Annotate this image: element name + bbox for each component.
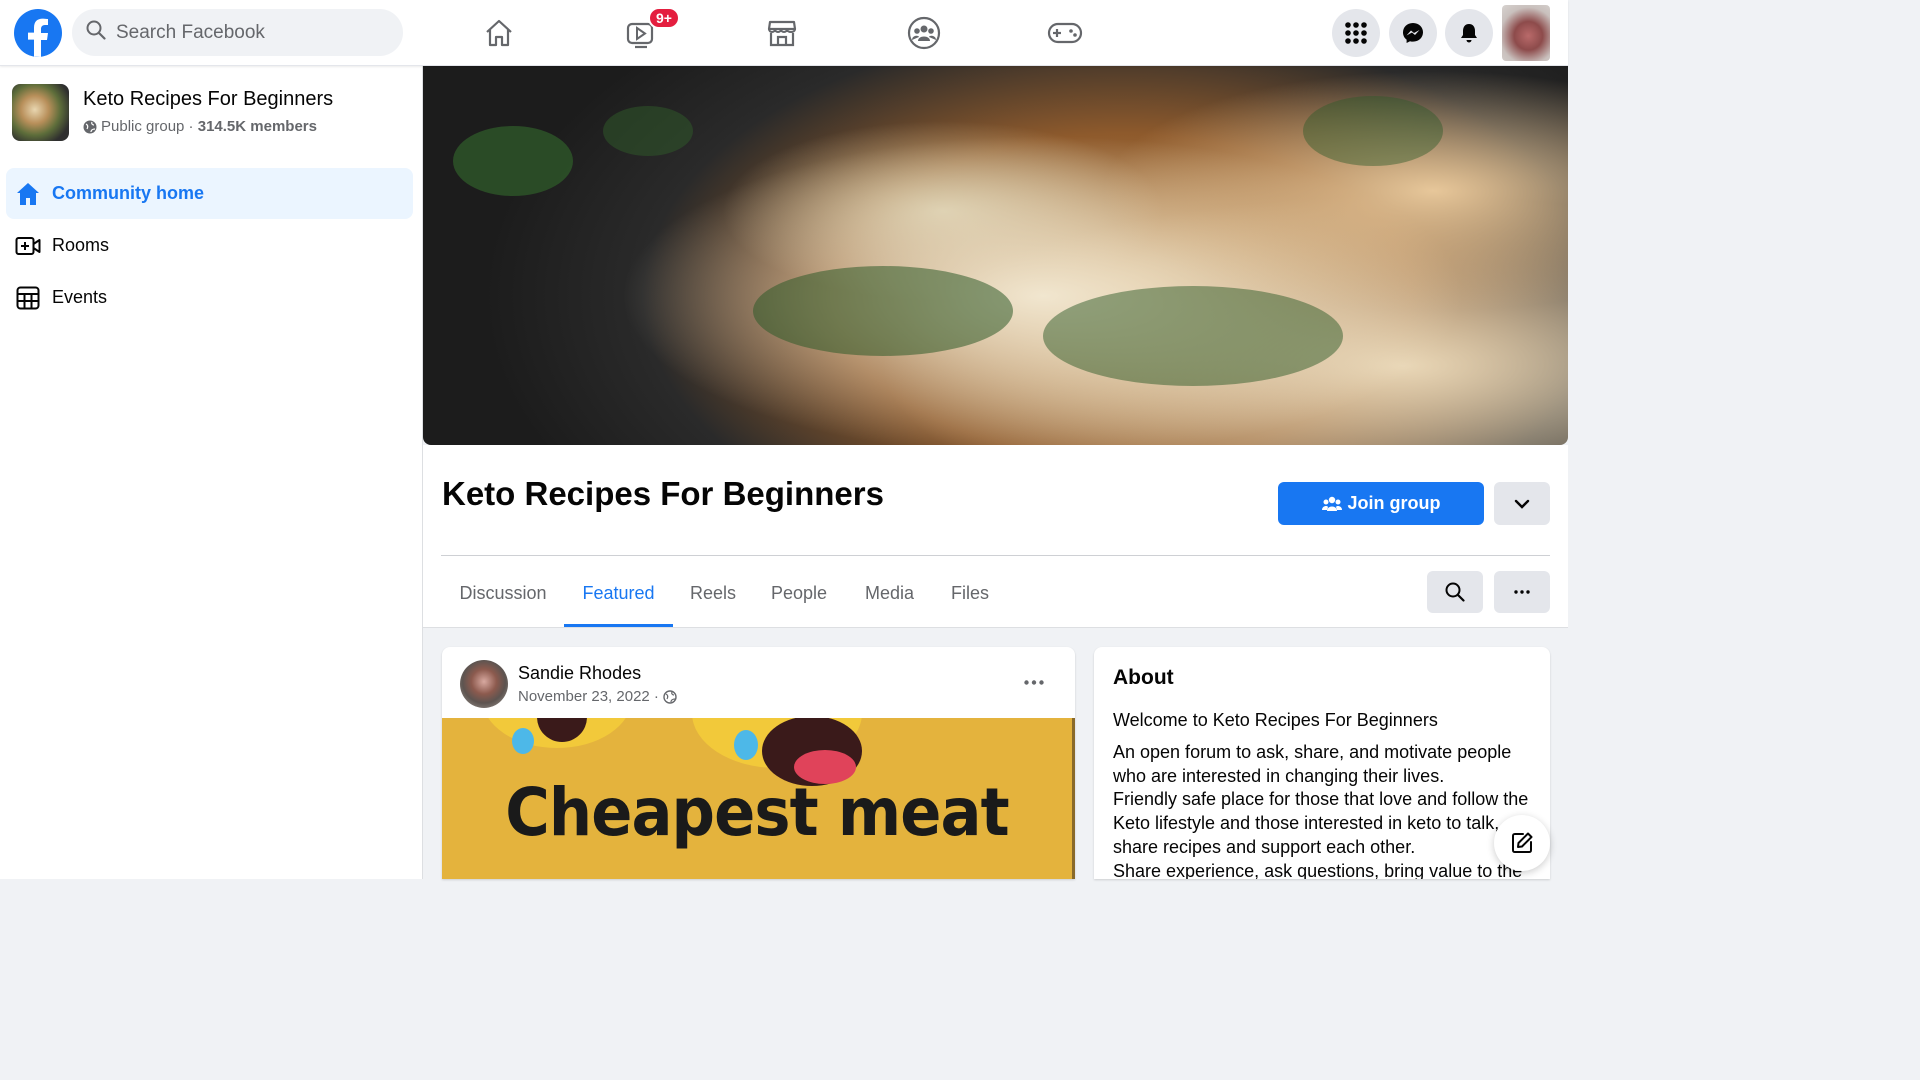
post-date[interactable]: November 23, 2022 [518, 688, 650, 705]
home-icon [14, 180, 42, 208]
post-author-avatar[interactable] [460, 660, 508, 708]
search-icon [1445, 582, 1465, 602]
search-input[interactable] [116, 21, 376, 44]
left-sidebar: Keto Recipes For Beginners Public group … [0, 66, 423, 879]
compose-icon [1510, 831, 1534, 855]
search-bar[interactable] [72, 9, 403, 56]
sidebar-item-label: Events [52, 287, 108, 307]
globe-icon [663, 689, 677, 704]
post-author-name[interactable]: Sandie Rhodes [518, 663, 641, 684]
facebook-logo[interactable] [14, 9, 62, 57]
sidebar-item-community-home[interactable]: Community home [6, 168, 413, 219]
more-horizontal-icon [1024, 679, 1044, 685]
tab-people[interactable]: People [753, 575, 845, 627]
about-title: About [1113, 666, 1174, 689]
group-search-button[interactable] [1427, 571, 1483, 613]
tab-featured[interactable]: Featured [564, 575, 673, 627]
about-card: About Welcome to Keto Recipes For Beginn… [1094, 647, 1550, 879]
featured-post: Sandie Rhodes November 23, 2022 · Cheape… [442, 647, 1075, 879]
post-image-caption: Cheapest meat [505, 774, 1009, 851]
new-message-button[interactable] [1494, 815, 1550, 871]
globe-icon [83, 120, 97, 134]
about-welcome: Welcome to Keto Recipes For Beginners [1113, 710, 1438, 730]
tab-media[interactable]: Media [845, 575, 934, 627]
marketplace-icon[interactable] [757, 10, 807, 56]
search-icon [86, 20, 106, 45]
tab-reels[interactable]: Reels [673, 575, 753, 627]
group-options-dropdown[interactable] [1494, 482, 1550, 525]
sidebar-item-label: Community home [52, 183, 205, 203]
tab-files[interactable]: Files [934, 575, 1006, 627]
home-icon[interactable] [474, 10, 524, 56]
group-members-icon [1321, 496, 1342, 512]
tab-discussion[interactable]: Discussion [442, 575, 564, 627]
sidebar-item-label: Rooms [52, 235, 110, 255]
sidebar-item-rooms[interactable]: Rooms [6, 220, 413, 271]
header-divider [441, 555, 1550, 556]
member-count: 314.5K members [197, 118, 317, 135]
calendar-grid-icon [14, 284, 42, 312]
group-title: Keto Recipes For Beginners [442, 475, 884, 512]
sidebar-item-events[interactable]: Events [6, 272, 413, 323]
groups-icon[interactable] [899, 10, 949, 56]
notification-badge: 9+ [648, 7, 680, 29]
separator: · [184, 118, 198, 135]
top-navigation-bar: 9+ [0, 0, 1568, 66]
group-cover-photo [423, 66, 1568, 445]
menu-grid-icon[interactable] [1332, 9, 1380, 57]
post-image[interactable]: Cheapest meat [442, 718, 1075, 879]
profile-avatar[interactable] [1502, 5, 1550, 61]
group-info: Public group · 314.5K members [83, 118, 333, 135]
join-group-label: Join group [1347, 493, 1441, 513]
group-thumbnail[interactable] [12, 84, 69, 141]
join-group-button[interactable]: Join group [1278, 482, 1484, 525]
group-header-panel: Keto Recipes For Beginners Join group Di… [423, 445, 1568, 628]
post-timestamp: November 23, 2022 · [518, 688, 677, 705]
messenger-icon[interactable] [1389, 9, 1437, 57]
sidebar-group-name[interactable]: Keto Recipes For Beginners [83, 88, 333, 111]
chevron-down-icon [1514, 499, 1530, 509]
notifications-icon[interactable] [1445, 9, 1493, 57]
video-plus-icon [14, 232, 42, 260]
gaming-icon[interactable] [1040, 10, 1090, 56]
post-options-button[interactable] [1014, 667, 1054, 697]
separator: · [649, 688, 664, 705]
group-privacy: Public group [101, 118, 185, 135]
more-horizontal-icon [1514, 590, 1530, 594]
about-description: An open forum to ask, share, and motivat… [1113, 742, 1529, 879]
group-more-button[interactable] [1494, 571, 1550, 613]
group-header[interactable]: Keto Recipes For Beginners Public group … [12, 84, 333, 141]
